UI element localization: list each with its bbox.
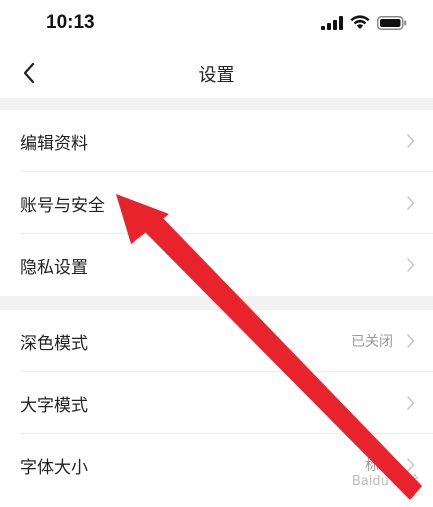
status-bar: 10:13: [0, 0, 433, 48]
watermark: Baidu 经验: [351, 474, 419, 489]
section-gap: [0, 296, 433, 310]
status-time: 10:13: [46, 12, 95, 33]
settings-item-account-security[interactable]: 账号与安全: [0, 172, 433, 234]
settings-item-large-text[interactable]: 大字模式: [0, 372, 433, 434]
chevron-right-icon: [406, 133, 415, 149]
settings-item-label: 深色模式: [20, 334, 88, 354]
settings-item-dark-mode[interactable]: 深色模式 已关闭: [0, 310, 433, 372]
chevron-right-icon: [406, 195, 415, 211]
settings-item-edit-profile[interactable]: 编辑资料: [0, 110, 433, 172]
chevron-right-icon: [406, 333, 415, 349]
page-title: 设置: [198, 65, 235, 86]
chevron-right-icon: [406, 395, 415, 411]
battery-icon: [377, 15, 407, 30]
nav-bar: 设置: [0, 48, 433, 98]
settings-item-label: 字体大小: [20, 458, 88, 478]
settings-item-label: 隐私设置: [20, 258, 88, 278]
section-gap: [0, 98, 433, 110]
settings-item-label: 大字模式: [20, 396, 88, 416]
status-icons: [321, 15, 407, 30]
settings-item-privacy[interactable]: 隐私设置: [0, 234, 433, 296]
wifi-icon: [350, 15, 370, 29]
signal-icon: [321, 15, 343, 30]
settings-item-value: 已关闭: [351, 334, 393, 350]
settings-item-label: 编辑资料: [20, 134, 88, 154]
settings-item-label: 账号与安全: [20, 196, 105, 216]
chevron-right-icon: [406, 257, 415, 273]
